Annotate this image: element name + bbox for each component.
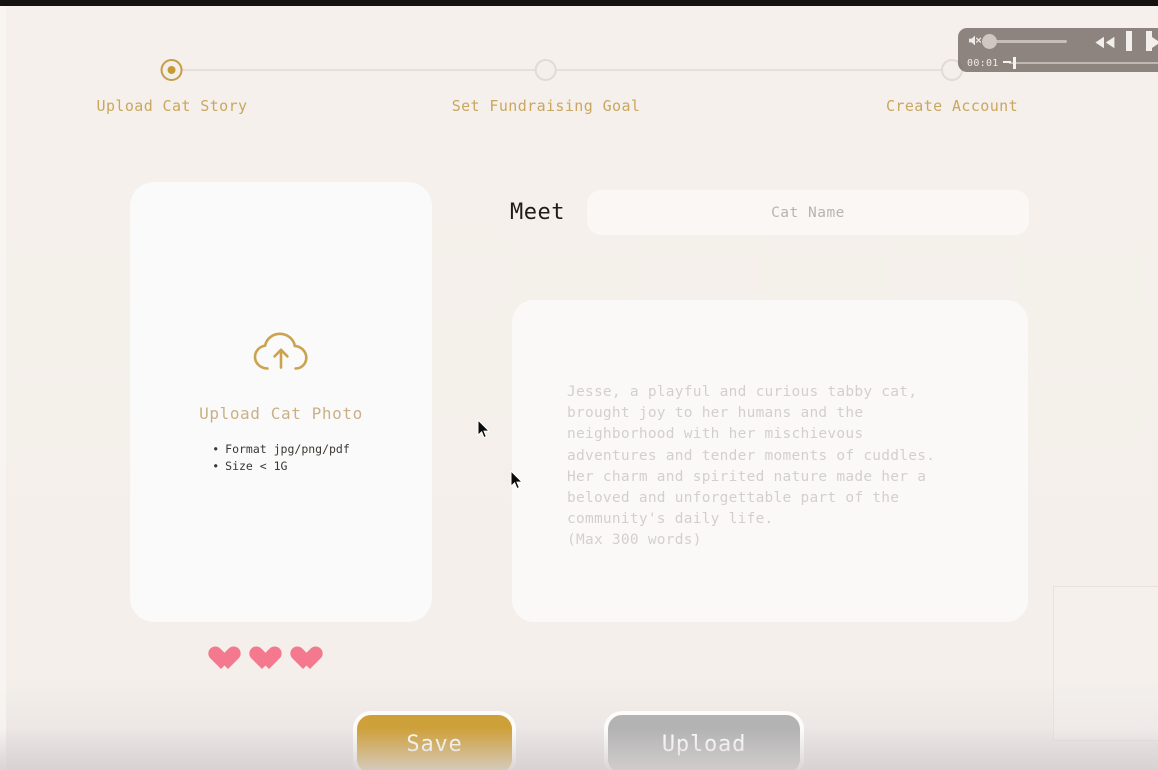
save-button[interactable]: Save	[353, 711, 516, 770]
arrow-cursor	[510, 469, 524, 494]
stepper-label-3: Create Account	[885, 97, 1019, 115]
cat-name-row: Meet	[510, 190, 1029, 235]
speaker-muted-icon[interactable]	[968, 32, 982, 51]
scrubber-dash	[1002, 61, 1011, 63]
video-controls-bottom-row: 00:01	[958, 54, 1158, 72]
heart-icon[interactable]	[255, 647, 283, 673]
upload-button[interactable]: Upload	[604, 711, 804, 770]
right-ghost-panel	[1053, 586, 1158, 741]
meet-label: Meet	[510, 200, 565, 225]
step-dot-active	[161, 59, 183, 81]
arrow-cursor	[477, 418, 491, 443]
scrubber-handle[interactable]	[1012, 57, 1016, 69]
pause-bar-left	[1126, 31, 1132, 51]
volume-slider-knob[interactable]	[982, 33, 997, 49]
upload-requirement-size: Size < 1G	[212, 458, 350, 475]
heart-rating[interactable]	[214, 647, 324, 673]
cat-story-textarea[interactable]: Jesse, a playful and curious tabby cat, …	[512, 300, 1028, 622]
cat-name-input[interactable]	[586, 190, 1029, 235]
fast-forward-icon[interactable]	[1151, 34, 1158, 53]
video-scrubber[interactable]	[1002, 57, 1158, 69]
page-root: Upload Cat Story Set Fundraising Goal Cr…	[0, 6, 1158, 770]
heart-icon[interactable]	[214, 647, 242, 673]
upload-requirement-format: Format jpg/png/pdf	[212, 441, 350, 458]
rewind-icon[interactable]	[1094, 34, 1116, 53]
volume-slider[interactable]	[982, 33, 1067, 49]
bottom-gradient-overlay	[0, 728, 1158, 770]
stepper-label-1: Upload Cat Story	[96, 97, 248, 115]
cat-story-placeholder: Jesse, a playful and curious tabby cat, …	[567, 384, 936, 549]
stepper-step-upload-cat-story[interactable]: Upload Cat Story	[97, 48, 248, 115]
step-dot-inner	[168, 66, 176, 74]
video-controls-top-row	[958, 28, 1158, 54]
upload-requirements-list: Format jpg/png/pdf Size < 1G	[212, 441, 350, 474]
cloud-upload-icon	[251, 330, 311, 378]
stepper-label-2: Set Fundraising Goal	[451, 97, 641, 115]
step-dot-inactive	[535, 59, 557, 81]
stepper-step-set-fundraising-goal[interactable]: Set Fundraising Goal	[452, 48, 641, 115]
left-edge-strip	[0, 6, 6, 770]
video-player-controls[interactable]: 00:01	[958, 28, 1158, 72]
video-timestamp: 00:01	[967, 57, 999, 69]
upload-card-title: Upload Cat Photo	[199, 403, 363, 423]
heart-icon[interactable]	[296, 647, 324, 673]
upload-photo-dropzone[interactable]: Upload Cat Photo Format jpg/png/pdf Size…	[130, 182, 432, 622]
